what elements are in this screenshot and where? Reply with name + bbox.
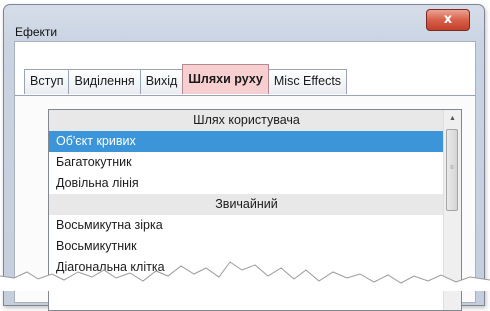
torn-edge <box>0 261 490 291</box>
